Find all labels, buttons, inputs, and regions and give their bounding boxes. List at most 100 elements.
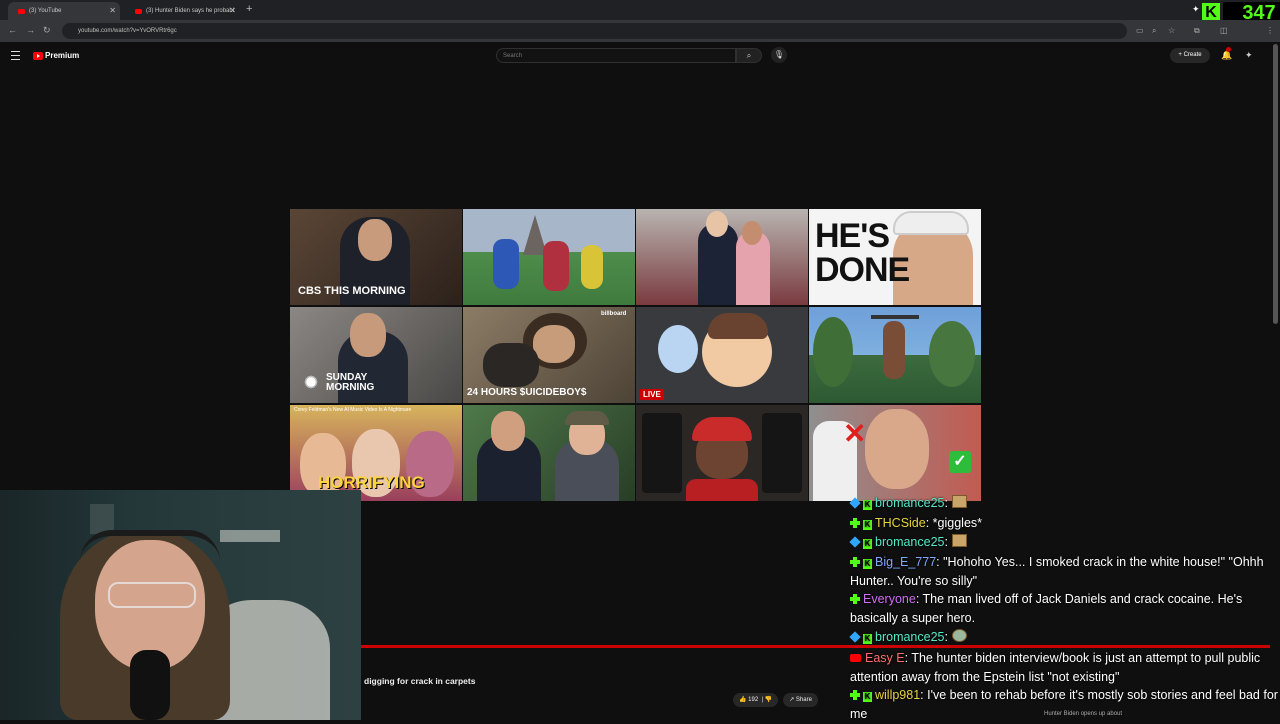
thumbnail-caption: 24 HOURS $UICIDEBOY$ (467, 387, 587, 398)
diamond-badge-icon (849, 631, 861, 643)
thumbnail-hes-done[interactable]: HE'S DONE (809, 209, 981, 305)
tab-hunter-biden[interactable]: (3) Hunter Biden says he probabl ✕ (125, 2, 240, 20)
bookmark-star-icon[interactable]: ☆ (1168, 26, 1175, 35)
thumbnail-red-cap[interactable] (636, 405, 808, 501)
close-tab-icon[interactable]: ✕ (109, 6, 116, 15)
streamer-webcam (0, 490, 361, 720)
video-actions: 👍 192 | 👎 ↗ Share (733, 693, 823, 707)
kick-badge-icon: K (863, 692, 872, 702)
chat-username[interactable]: bromance25 (875, 496, 945, 510)
address-bar[interactable]: youtube.com/watch?v=YvORVRtr6gc (62, 23, 1127, 39)
green-plus-badge-icon (850, 557, 860, 567)
chat-overlay: Kbromance25: K THCSide: *giggles* Kbroman… (842, 494, 1280, 721)
youtube-badge-icon (850, 654, 861, 662)
tab-youtube[interactable]: (3) YouTube ✕ (8, 2, 120, 20)
microphone (130, 650, 170, 720)
reload-icon[interactable]: ↻ (43, 25, 51, 36)
thumbnail-couple-gallery[interactable] (636, 209, 808, 305)
browser-toolbar: ← → ↻ youtube.com/watch?v=YvORVRtr6gc ▭ … (0, 20, 1280, 42)
forward-icon[interactable]: → (26, 25, 35, 35)
live-badge: LIVE (640, 389, 664, 400)
thumbnail-football-paris[interactable] (463, 209, 635, 305)
green-check-icon: ✓ (949, 451, 971, 473)
thumbnail-caption: CBS THIS MORNING (298, 285, 406, 297)
search-button[interactable]: ⌕ (736, 48, 762, 63)
notification-badge (1226, 47, 1231, 52)
sun-logo-icon (300, 371, 322, 393)
extensions-icon[interactable]: ⧉ (1194, 26, 1200, 36)
chat-message: Kbromance25: (849, 494, 1280, 513)
thumbnail-fighter[interactable]: ✕ ✓ (809, 405, 981, 501)
thumbs-down-icon: 👎 (764, 697, 773, 703)
chat-username[interactable]: bromance25 (875, 630, 945, 644)
kick-badge-icon: K (863, 539, 872, 549)
thumbnail-corey-feldman[interactable]: Corey Feldman's New AI Music Video Is A … (290, 405, 462, 501)
kick-badge-icon: K (863, 520, 872, 530)
share-icon: ↗ (789, 697, 795, 703)
tab-title: (3) Hunter Biden says he probabl (146, 8, 235, 14)
thumbnail-sunday-morning[interactable]: SUNDAY MORNING (290, 307, 462, 403)
chat-message: K THCSide: *giggles* (850, 514, 1280, 533)
tab-title: (3) YouTube (29, 8, 62, 14)
chat-username[interactable]: Easy E (865, 651, 905, 665)
chat-text: *giggles* (932, 516, 983, 530)
thumbnail-workout-palms[interactable] (809, 307, 981, 403)
thumbnail-two-men[interactable] (463, 405, 635, 501)
kick-badge-icon: K (863, 500, 872, 510)
search-icon: ⌕ (746, 51, 752, 60)
hamburger-menu-icon[interactable] (11, 51, 20, 60)
create-button[interactable]: + Create (1170, 48, 1210, 63)
end-screen-grid: CBS THIS MORNING HE'S DONE SUNDAY MORNIN… (290, 209, 982, 501)
share-label: Share (795, 697, 812, 703)
like-count: 192 (748, 697, 759, 703)
profile-icon[interactable]: ◫ (1220, 26, 1228, 35)
zoom-icon[interactable]: ⌕ (1152, 26, 1156, 36)
billboard-logo: billboard (601, 311, 627, 317)
thumbnail-caption: HE'S DONE (815, 217, 910, 289)
thumbnail-subtitle: Corey Feldman's New AI Music Video Is A … (294, 407, 412, 413)
thumbnail-cbs-morning[interactable]: CBS THIS MORNING (290, 209, 462, 305)
kick-badge-icon: K (863, 559, 872, 569)
chat-message: Kbromance25: (849, 628, 1280, 647)
browser-tab-strip: (3) YouTube ✕ (3) Hunter Biden says he p… (0, 0, 1280, 20)
sparkle-icon: ✦ (1192, 4, 1200, 14)
voice-search-button[interactable]: 🎙 (771, 47, 787, 63)
chat-username[interactable]: willp981 (875, 688, 920, 702)
search-input[interactable]: Search (496, 48, 736, 63)
notifications-button[interactable]: 🔔 (1221, 47, 1232, 61)
chat-username[interactable]: THCSide (875, 516, 926, 530)
video-title: digging for crack in carpets (364, 676, 476, 686)
diamond-badge-icon (849, 536, 861, 548)
green-plus-badge-icon (850, 690, 860, 700)
red-x-icon: ✕ (843, 418, 867, 449)
back-icon[interactable]: ← (8, 25, 17, 35)
thumbs-up-icon: 👍 (739, 697, 747, 703)
emote-icon (951, 534, 967, 547)
youtube-logo-icon (33, 51, 43, 60)
create-label: Create (1183, 52, 1202, 58)
thumbnail-24-hours[interactable]: billboard 24 HOURS $UICIDEBOY$ (463, 307, 635, 403)
chat-text: The hunter biden interview/book is just … (850, 651, 1261, 684)
green-plus-badge-icon (850, 594, 860, 604)
chat-message: Easy E: The hunter biden interview/book … (850, 651, 1261, 684)
youtube-favicon-icon (18, 8, 25, 14)
logo-text: Premium (45, 51, 80, 60)
like-button[interactable]: 👍 192 | 👎 (733, 693, 779, 707)
youtube-header: Premium Search ⌕ 🎙 + Create 🔔 ✦ (0, 42, 1280, 70)
new-tab-icon[interactable]: + (246, 3, 252, 15)
chat-username[interactable]: Everyone (863, 592, 916, 606)
chat-username[interactable]: bromance25 (875, 535, 945, 549)
chat-message: Kbromance25: (849, 533, 1280, 552)
diamond-badge-icon (849, 497, 861, 509)
page-scrollbar[interactable] (1273, 44, 1278, 324)
menu-dots-icon[interactable]: ⋮ (1266, 26, 1274, 35)
emote-icon (951, 629, 967, 642)
cast-icon[interactable]: ▭ (1136, 26, 1144, 35)
share-button[interactable]: ↗ Share (783, 693, 818, 707)
youtube-favicon-icon (135, 8, 142, 14)
chat-username[interactable]: Big_E_777 (875, 555, 936, 569)
close-tab-icon[interactable]: ✕ (229, 6, 236, 15)
youtube-premium-logo[interactable]: Premium (33, 51, 79, 60)
thumbnail-cartoon-live[interactable]: LIVE (636, 307, 808, 403)
account-avatar[interactable]: ✦ (1245, 50, 1258, 61)
